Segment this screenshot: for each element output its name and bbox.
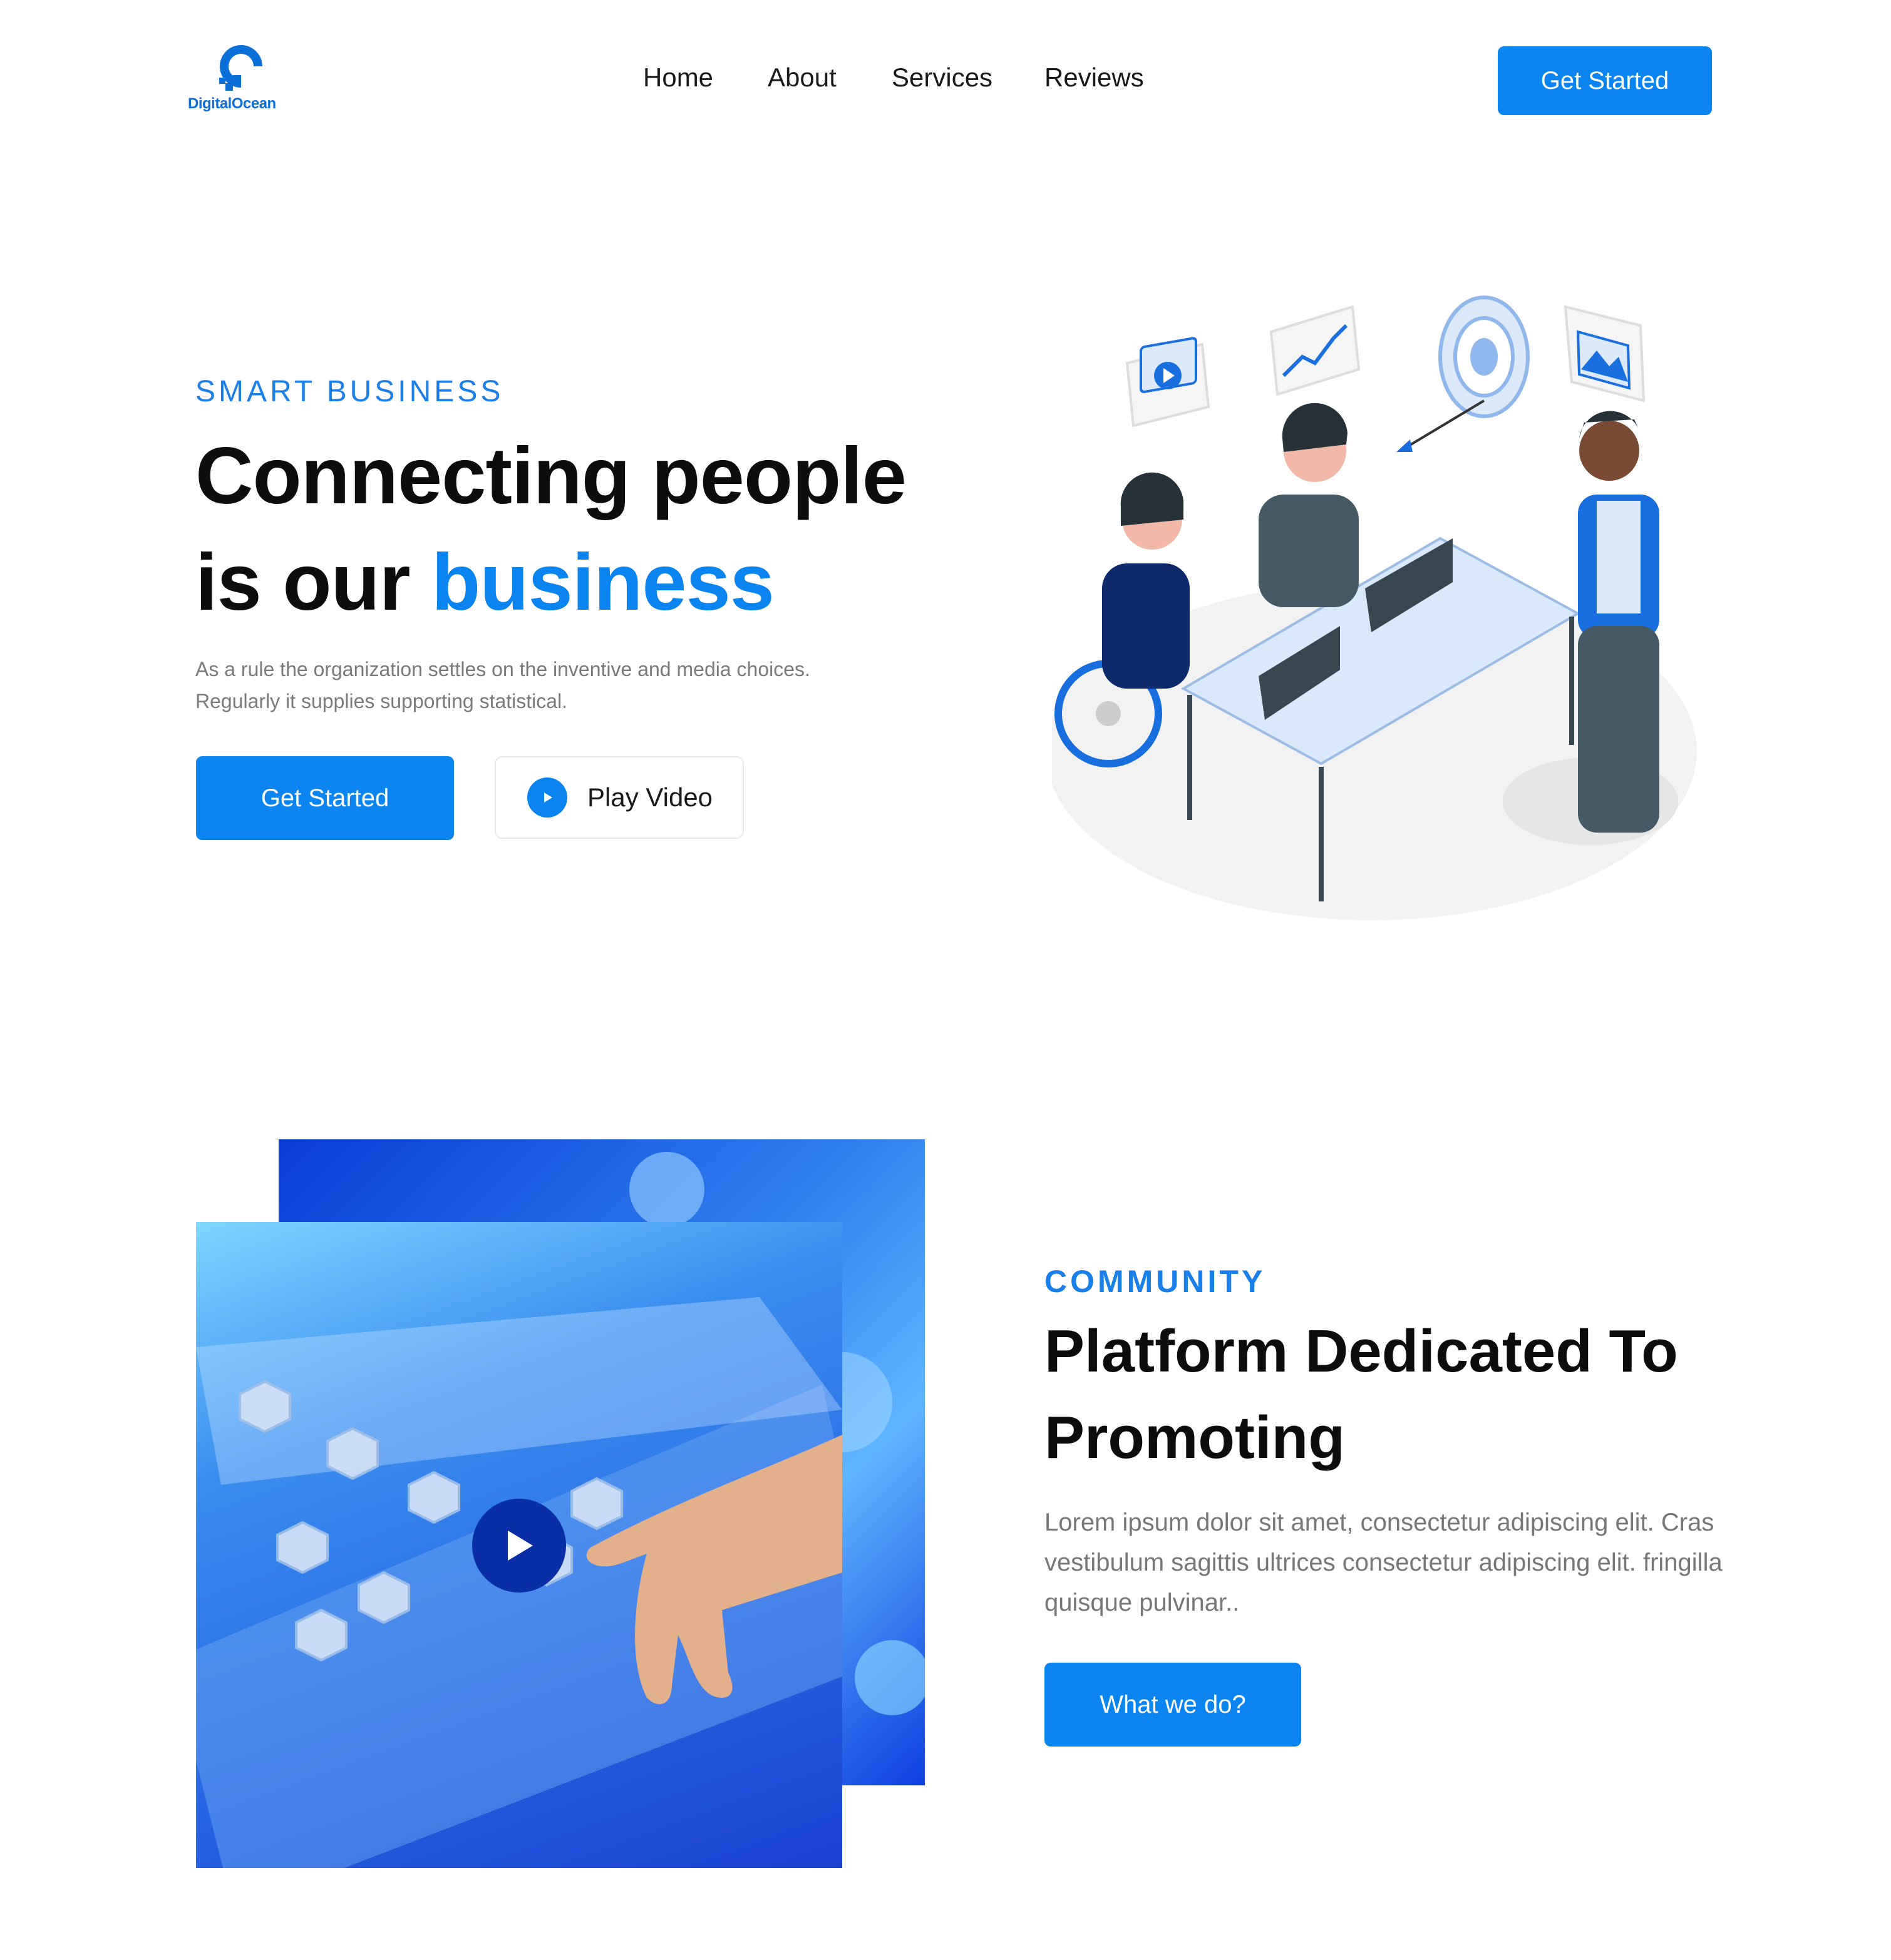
header-get-started-button[interactable]: Get Started bbox=[1498, 46, 1712, 115]
hero-eyebrow: SMART BUSINESS bbox=[195, 375, 504, 408]
target-icon bbox=[1396, 295, 1530, 452]
video-bubble-icon bbox=[1125, 337, 1210, 428]
hero-title-prefix: is our bbox=[195, 538, 432, 627]
logo-wordmark: DigitalOcean bbox=[188, 95, 276, 112]
nav-reviews[interactable]: Reviews bbox=[1044, 63, 1144, 93]
hero-title-line1: Connecting people bbox=[195, 431, 907, 521]
play-video-label: Play Video bbox=[587, 782, 713, 812]
hero-get-started-button[interactable]: Get Started bbox=[196, 756, 454, 840]
team-meeting-illustration bbox=[1052, 295, 1697, 920]
nav-about[interactable]: About bbox=[768, 63, 837, 93]
video-play-button[interactable] bbox=[472, 1499, 566, 1593]
image-bubble-icon bbox=[1564, 305, 1646, 403]
chart-bubble-icon bbox=[1269, 305, 1361, 396]
hero-title-line2: is our business bbox=[195, 530, 947, 636]
nav-services[interactable]: Services bbox=[892, 63, 992, 93]
hero-description: As a rule the organization settles on th… bbox=[195, 658, 810, 712]
community-title: Platform Dedicated To Promoting bbox=[1044, 1318, 1678, 1471]
digitalocean-logo-icon bbox=[219, 45, 262, 91]
nav-home[interactable]: Home bbox=[643, 63, 713, 93]
community-eyebrow: COMMUNITY bbox=[1044, 1264, 1266, 1299]
play-video-button[interactable]: Play Video bbox=[495, 756, 744, 839]
hero-title-highlight: business bbox=[431, 538, 775, 627]
what-we-do-button[interactable]: What we do? bbox=[1044, 1663, 1301, 1747]
hero-title: Connecting people is our business bbox=[195, 423, 947, 636]
play-icon bbox=[527, 777, 567, 818]
community-description: Lorem ipsum dolor sit amet, consectetur … bbox=[1044, 1509, 1723, 1616]
play-triangle-icon bbox=[508, 1531, 533, 1561]
